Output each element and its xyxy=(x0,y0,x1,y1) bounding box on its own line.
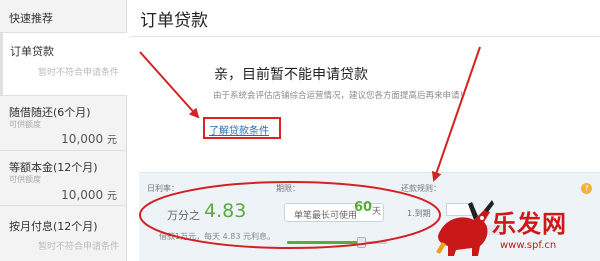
sidebar-item-amount: 10,000 元 xyxy=(61,132,117,146)
sidebar-item-label: 随借随还(6个月) xyxy=(9,106,91,119)
bull-logo-icon xyxy=(436,200,494,256)
message-heading: 亲，目前暂不能申请贷款 xyxy=(214,67,368,83)
sidebar-item-equal-principal-12m[interactable]: 等额本金(12个月) 可供额度 10,000 元 xyxy=(0,151,127,206)
repay-step: 1.到期 xyxy=(407,209,431,218)
term-unit: 天 xyxy=(372,207,382,217)
watermark-text: 乐发网 xyxy=(492,209,567,238)
page-title: 订单贷款 xyxy=(140,11,208,31)
sidebar-item-quick-recommend[interactable]: 快速推荐 xyxy=(0,0,127,33)
sidebar-item-label: 按月付息(12个月) xyxy=(9,220,98,233)
term-slider-handle[interactable] xyxy=(357,237,366,248)
annotation-arrow-panel xyxy=(431,46,481,182)
title-divider xyxy=(130,36,600,37)
sidebar-item-label: 快速推荐 xyxy=(9,12,53,25)
sidebar-item-label: 等额本金(12个月) xyxy=(9,161,98,174)
sidebar-item-sub: 可供额度 xyxy=(9,175,41,184)
sidebar-item-label: 订单贷款 xyxy=(10,45,54,58)
repay-label: 还款规则： xyxy=(401,184,441,193)
rate-note: 借款1万元，每天 4.83 元利息。 xyxy=(159,232,275,241)
term-slider-fill xyxy=(287,241,362,244)
sidebar-item-sub: 可供额度 xyxy=(9,120,41,129)
sidebar-item-amount: 10,000 元 xyxy=(61,188,117,202)
sidebar: 快速推荐 订单贷款 暂时不符合申请条件 随借随还(6个月) 可供额度 10,00… xyxy=(0,0,127,261)
rate-label: 日利率： xyxy=(147,184,179,193)
help-icon[interactable]: ? xyxy=(581,183,592,194)
term-text: 单笔最长可使用 xyxy=(294,211,358,221)
sidebar-item-note: 暂时不符合申请条件 xyxy=(37,68,119,78)
sidebar-item-monthly-interest-12m[interactable]: 按月付息(12个月) 暂时不符合申请条件 xyxy=(0,206,127,261)
sidebar-item-order-loan[interactable]: 订单贷款 暂时不符合申请条件 xyxy=(0,33,127,96)
rate-value: 4.83 xyxy=(204,200,247,222)
term-slider[interactable] xyxy=(287,237,387,248)
term-days: 60 xyxy=(354,200,373,215)
watermark-url: www.spf.cn xyxy=(500,240,557,251)
loan-conditions-link-highlight[interactable]: 了解贷款条件 xyxy=(203,117,281,139)
message-body: 由于系统会评估店铺综合运营情况，建议您各方面提高后再来申请！ xyxy=(213,91,469,101)
annotation-arrow-link xyxy=(139,51,200,119)
sidebar-item-note: 暂时不符合申请条件 xyxy=(37,242,119,252)
term-label: 期限： xyxy=(276,184,300,193)
loan-conditions-link[interactable]: 了解贷款条件 xyxy=(209,122,269,137)
sidebar-item-flexible-6m[interactable]: 随借随还(6个月) 可供额度 10,000 元 xyxy=(0,96,127,151)
rate-prefix: 万分之 xyxy=(167,209,200,222)
